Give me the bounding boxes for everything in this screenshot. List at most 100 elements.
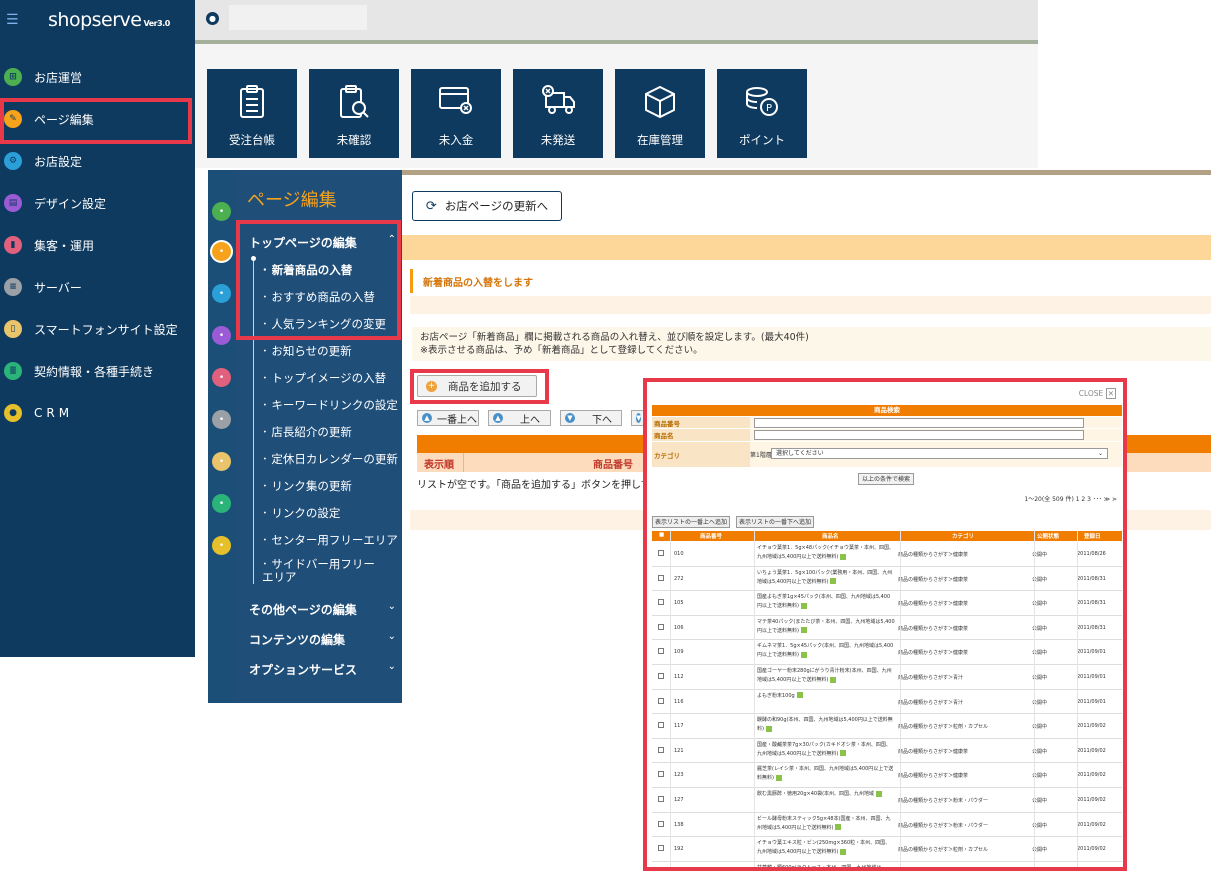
chevron-down-icon[interactable]: ⌄ bbox=[388, 601, 396, 612]
chevron-down-icon[interactable]: ⌄ bbox=[388, 661, 396, 672]
product-code-input[interactable] bbox=[754, 418, 1084, 428]
page-icon bbox=[800, 627, 807, 634]
product-category: 商品の種類からさがす＞青汁 bbox=[898, 699, 964, 706]
row-checkbox[interactable] bbox=[658, 648, 664, 655]
sidebar-item-5[interactable]: ≡ サーバー bbox=[0, 272, 195, 302]
nav-sub-item[interactable]: ･ サイドバー用フリーエリア bbox=[262, 558, 382, 584]
product-code: 121 bbox=[674, 747, 684, 754]
row-checkbox[interactable] bbox=[658, 673, 664, 679]
search-row-code: 商品番号 bbox=[652, 417, 1122, 428]
sidebar-item-3[interactable]: ▤ デザイン設定 bbox=[0, 188, 195, 218]
highlight-top-page-section bbox=[236, 220, 401, 340]
row-checkbox[interactable] bbox=[658, 550, 664, 556]
row-checkbox[interactable] bbox=[658, 722, 664, 729]
tile-truck-x[interactable]: 未発送 bbox=[513, 69, 603, 158]
nav-section[interactable]: その他ページの編集 bbox=[249, 601, 357, 618]
phone-icon[interactable]: • bbox=[212, 452, 231, 471]
nav-sub-item[interactable]: ･ トップイメージの入替 bbox=[262, 370, 386, 386]
move-up-button[interactable]: ▲ 上へ bbox=[488, 410, 551, 426]
sidebar-item-8[interactable]: ● CRM bbox=[0, 398, 195, 428]
product-date: 2011/08/31 bbox=[1077, 600, 1106, 607]
product-category: 商品の種類からさがす＞健康茶 bbox=[898, 601, 969, 608]
sidebar-item-4[interactable]: ▮ 集客・運用 bbox=[0, 230, 195, 260]
row-checkbox[interactable] bbox=[658, 574, 664, 581]
product-code: 192 bbox=[674, 846, 684, 853]
gear-icon[interactable]: • bbox=[212, 284, 231, 303]
column-divider bbox=[1077, 531, 1078, 867]
sidebar-item-6[interactable]: ▯ スマートフォンサイト設定 bbox=[0, 314, 195, 344]
product-date: 2011/09/02 bbox=[1077, 846, 1106, 853]
row-checkbox[interactable] bbox=[658, 599, 664, 606]
nav-sub-item[interactable]: ･ キーワードリンクの設定 bbox=[262, 397, 398, 413]
sidebar-item-7[interactable]: ≣ 契約情報・各種手続き bbox=[0, 356, 195, 386]
row-checkbox[interactable] bbox=[658, 820, 664, 827]
product-date: 2011/09/01 bbox=[1077, 649, 1106, 656]
move-down-button[interactable]: ▼ 下へ bbox=[560, 410, 622, 426]
close-button[interactable]: CLOSE ✕ bbox=[1079, 388, 1116, 399]
product-category: 商品の種類からさがす＞健康茶 bbox=[898, 576, 969, 583]
app-logo[interactable]: shopserve Ver3.0 bbox=[48, 9, 170, 31]
row-checkbox[interactable] bbox=[658, 771, 664, 778]
tile-box[interactable]: 在庫管理 bbox=[615, 69, 705, 158]
bullet-icon: ･ bbox=[262, 506, 272, 520]
product-name: 国産ゴーヤー粉末280gにがうり青汁粉末(本州、四国、九州地域は5,400円以上… bbox=[757, 668, 892, 683]
people-icon[interactable]: • bbox=[212, 536, 231, 555]
add-bottom-button[interactable]: 表示リストの一番下へ追加 bbox=[736, 516, 815, 528]
product-name: よもぎ粉末100g bbox=[757, 692, 895, 701]
nav-sub-item[interactable]: ･ 定休日カレンダーの更新 bbox=[262, 451, 398, 467]
sidebar-item-0[interactable]: ⊞ お店運営 bbox=[0, 62, 195, 92]
move-top-button[interactable]: ▲ 一番上へ bbox=[417, 410, 479, 426]
table-row: 117 醗酵の和90g(本州、四国、九州地域は5,400円以上で送料無料) 商品の種… bbox=[652, 714, 1122, 739]
product-date: 2011/09/02 bbox=[1077, 723, 1106, 730]
row-checkbox[interactable] bbox=[658, 623, 664, 630]
nav-sub-item[interactable]: ･ リンク集の更新 bbox=[262, 478, 352, 494]
product-name: 国産・酸鹹茶茶7g×30パック(カキドオシ茶・本州、四国、九州地域は5,400円… bbox=[757, 741, 891, 757]
tile-card-x[interactable]: 未入金 bbox=[411, 69, 501, 158]
menu-toggle-icon[interactable]: ☰ bbox=[6, 13, 20, 27]
tile-label: 受注台帳 bbox=[229, 133, 275, 147]
tile-clipboard-search[interactable]: 未確認 bbox=[309, 69, 399, 158]
search-button[interactable]: 以上の条件で検索 bbox=[858, 473, 914, 485]
table-row: 138 ビール酵母粉末スティック5g×48本(国産・本州、四国、九州地域は5,40… bbox=[652, 813, 1122, 838]
product-date: 2011/09/02 bbox=[1077, 797, 1106, 803]
page-edit-title: ページ編集 bbox=[247, 190, 337, 211]
edit-icon[interactable]: • bbox=[212, 242, 231, 261]
nav-sub-item[interactable]: ･ お知らせの更新 bbox=[262, 343, 352, 359]
product-date: 2011/09/02 bbox=[1077, 821, 1106, 828]
row-checkbox[interactable] bbox=[658, 746, 664, 753]
bullet-icon: ･ bbox=[262, 479, 272, 493]
tile-coins[interactable]: P ポイント bbox=[717, 69, 807, 158]
server-icon[interactable]: • bbox=[212, 410, 231, 429]
layout-icon[interactable]: • bbox=[212, 326, 231, 345]
page-icon bbox=[800, 602, 807, 609]
pagination[interactable]: 1～20(全 509 件) 1 2 3 ･･･ ≫ ⋗ bbox=[1024, 494, 1117, 503]
cart-icon[interactable]: • bbox=[212, 202, 231, 221]
row-checkbox[interactable] bbox=[658, 845, 664, 852]
chevron-down-icon[interactable]: ⌄ bbox=[388, 631, 396, 642]
table-row: 198甘草麟・顆600g(ラクトース・本州、四国、九州地域は5,400円以上で商… bbox=[652, 862, 1122, 867]
nav-sub-item[interactable]: ･ 店長紹介の更新 bbox=[262, 424, 352, 440]
empty-list-message: リストが空です。「商品を追加する」ボタンを押してリス bbox=[417, 480, 671, 491]
tile-clipboard[interactable]: 受注台帳 bbox=[207, 69, 297, 158]
content-top-border bbox=[402, 170, 1211, 175]
row-checkbox[interactable] bbox=[658, 697, 664, 704]
product-category: 商品の種類からさがす＞健康茶 bbox=[898, 625, 969, 632]
sidebar-item-2[interactable]: ⚙ お店設定 bbox=[0, 146, 195, 176]
highlight-add-product bbox=[410, 369, 549, 404]
nav-sub-item[interactable]: ･ リンクの設定 bbox=[262, 505, 340, 521]
product-code: 010 bbox=[674, 551, 684, 557]
row-checkbox[interactable] bbox=[658, 796, 664, 802]
refresh-shop-button[interactable]: ⟳ お店ページの更新へ bbox=[412, 191, 562, 221]
document-icon[interactable]: • bbox=[212, 494, 231, 513]
nav-sub-item[interactable]: ･ センター用フリーエリア bbox=[262, 532, 398, 548]
chart-icon[interactable]: • bbox=[212, 368, 231, 387]
people-icon: ● bbox=[4, 404, 22, 422]
product-name-input[interactable] bbox=[754, 430, 1084, 440]
category-select[interactable]: 選択してください ⌄ bbox=[771, 448, 1108, 459]
nav-section[interactable]: コンテンツの編集 bbox=[249, 631, 345, 648]
user-icon[interactable]: ● bbox=[206, 12, 219, 25]
nav-section[interactable]: オプションサービス bbox=[249, 661, 357, 678]
header-search-box[interactable] bbox=[229, 5, 367, 30]
add-top-button[interactable]: 表示リストの一番上へ追加 bbox=[652, 516, 731, 528]
table-row: 116 よもぎ粉末100g 商品の種類からさがす＞青汁 公開中 2011/09/01 bbox=[652, 690, 1122, 715]
